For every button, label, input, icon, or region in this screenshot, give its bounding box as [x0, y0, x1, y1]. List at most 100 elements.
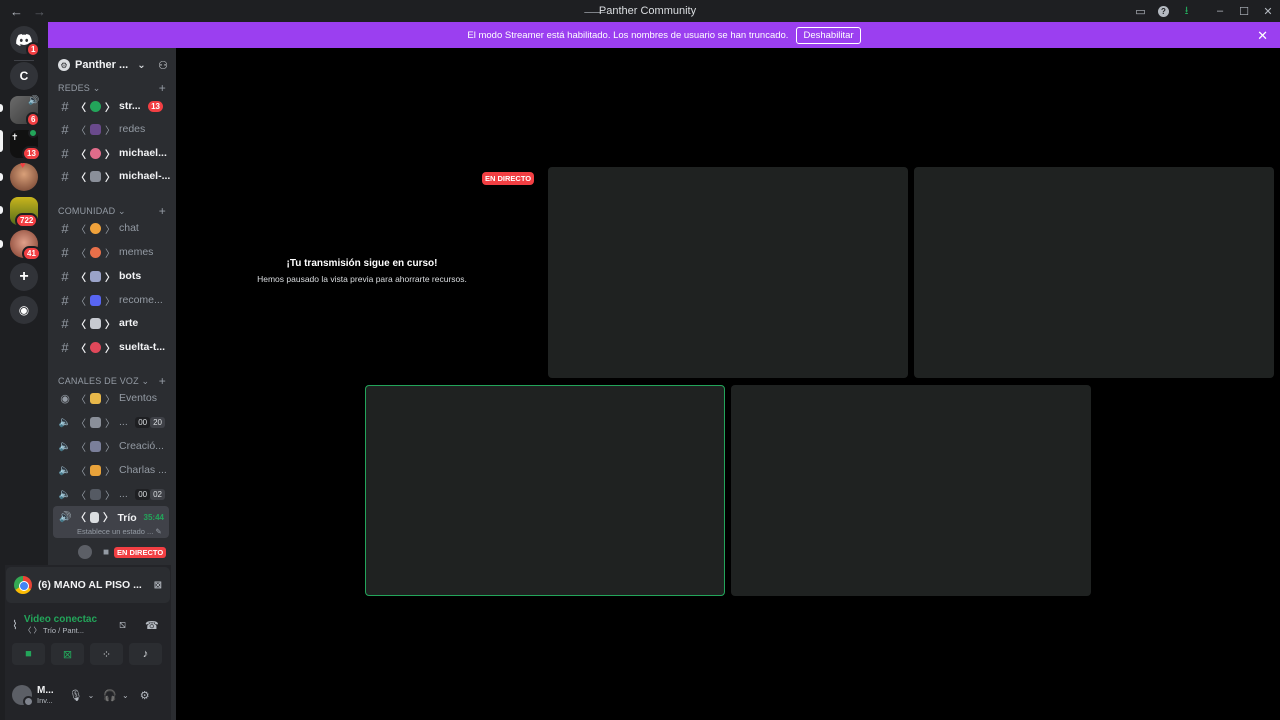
inbox-icon[interactable]: ▭ [1129, 0, 1152, 22]
stop-stream-icon[interactable]: ⊠ [154, 580, 162, 591]
mention-badge: 13 [148, 100, 163, 112]
screen-share-button[interactable]: ⊠ [51, 643, 84, 665]
chevron-down-icon[interactable]: ⌄ [88, 691, 95, 700]
category-comunidad[interactable]: COMUNIDAD ⌄ + [58, 204, 166, 218]
channel-arte[interactable]: # 〈 〉 arte [53, 313, 171, 333]
chevron-down-icon[interactable]: ⌄ [122, 691, 129, 700]
channel-redes[interactable]: # 〈 〉 redes [53, 119, 171, 139]
server-icon-1[interactable]: 🔊 6 [10, 95, 41, 127]
streaming-user[interactable]: ■ EN DIRECTO [78, 545, 167, 559]
voice-channel-5[interactable]: 🔈 〈 〉... 00 02 [53, 484, 171, 504]
download-icon[interactable]: ⭳ [1175, 0, 1198, 22]
voice-charlas[interactable]: 🔈 〈 〉 Charlas ... [53, 460, 171, 480]
help-icon[interactable]: ? [1152, 0, 1175, 22]
microphone-icon[interactable]: 🎙 [69, 689, 83, 702]
channel-name: recome... [119, 294, 163, 306]
user-status: Inv... [37, 696, 53, 705]
voice-status[interactable]: Establece un estado ... [77, 527, 153, 536]
hash-icon: # [61, 98, 69, 114]
voice-channel-2[interactable]: 🔈 〈 〉... 00 20 [53, 412, 171, 432]
hash-icon: # [61, 168, 69, 184]
invite-user-icon[interactable]: ⚇ [158, 59, 168, 72]
banner-close-icon[interactable]: ✕ [1257, 28, 1268, 44]
channel-michael-1[interactable]: # 〈 〉 michael... [53, 143, 171, 163]
channel-memes[interactable]: # 〈 〉 memes [53, 242, 171, 262]
add-server-icon[interactable]: + [10, 263, 38, 291]
add-channel-icon[interactable]: + [159, 374, 166, 388]
video-tile[interactable] [914, 167, 1274, 378]
home-discord-icon[interactable]: 1 [10, 26, 41, 57]
soundboard-button[interactable]: ♪ [129, 643, 162, 665]
disconnect-icon[interactable]: ☎ [145, 619, 159, 632]
chevron-down-icon: ⌄ [137, 59, 146, 71]
category-canales-de-voz[interactable]: CANALES DE VOZ ⌄ + [58, 374, 166, 388]
disable-streamer-button[interactable]: Deshabilitar [796, 26, 861, 44]
add-channel-icon[interactable]: + [159, 81, 166, 95]
name-prefix: 〈 [76, 490, 86, 502]
explore-compass-icon[interactable]: ◉ [10, 296, 38, 324]
camera-button[interactable]: ■ [12, 643, 45, 665]
voice-creacio[interactable]: 🔈 〈 〉 Creació... [53, 436, 171, 456]
minimize-button[interactable]: – [1208, 0, 1232, 22]
noise-suppression-icon[interactable]: ⧅ [119, 619, 126, 632]
microphone-icon [90, 488, 101, 500]
name-suffix: 〉 [102, 512, 114, 524]
server-icon-panther[interactable]: ✝ 13 [10, 128, 41, 161]
unread-pill [0, 240, 3, 248]
server-badge: 722 [15, 213, 39, 228]
pencil-icon[interactable]: ✎ [155, 527, 161, 536]
channel-michael-2[interactable]: # 〈 〉 michael-... [53, 166, 171, 186]
server-badge: 41 [22, 246, 41, 261]
name-prefix: 〈 [76, 248, 86, 260]
channel-chat[interactable]: # 〈 〉 chat [53, 218, 171, 238]
user-avatar [78, 545, 92, 559]
category-redes[interactable]: REDES ⌄ + [58, 81, 166, 95]
speaker-icon: 🔈 [58, 488, 72, 500]
forward-arrow-icon[interactable]: → [33, 4, 46, 19]
channel-str[interactable]: # 〈 〉 str... 13 [53, 96, 171, 116]
user-limit-count: 20 [150, 416, 165, 428]
channel-recome[interactable]: # 〈 〉 recome... [53, 290, 171, 310]
video-tile-speaking[interactable] [365, 385, 725, 596]
server-icon-3[interactable]: ♥ [10, 160, 38, 191]
name-prefix: 〈 [76, 125, 86, 137]
voice-eventos[interactable]: ◉ 〈 〉 Eventos [53, 388, 171, 408]
ticket-icon [90, 392, 101, 404]
robot-icon [90, 270, 101, 282]
signal-icon[interactable]: ⌇ [12, 618, 18, 632]
window-title: ⸻Panther Community [0, 5, 1280, 17]
activity-panel[interactable]: (6) MANO AL PISO ... ⊠ [6, 567, 170, 603]
user-avatar[interactable] [12, 685, 34, 707]
server-icon-4[interactable]: 722 [10, 197, 39, 228]
back-arrow-icon[interactable]: ← [10, 4, 23, 19]
server-icon-5[interactable]: 41 [10, 230, 41, 261]
video-tile[interactable] [548, 167, 908, 378]
user-limit: 00 02 [135, 488, 165, 500]
activities-button[interactable]: ⁘ [90, 643, 123, 665]
add-channel-icon[interactable]: + [159, 204, 166, 218]
divider [14, 60, 34, 61]
channel-name: memes [119, 246, 154, 258]
clipboard-icon [90, 170, 101, 182]
connection-channel[interactable]: 〈 〉 Trío / Pant... [24, 625, 97, 636]
voice-trio-active[interactable]: 🔊 〈 〉 Trío 35:44 Establece un estado ... ✎ [53, 506, 169, 538]
headphones-icon[interactable]: 🎧 [103, 689, 117, 702]
unread-pill [0, 173, 3, 181]
maximize-button[interactable]: ☐ [1232, 0, 1256, 22]
settings-gear-icon[interactable]: ⚙ [140, 689, 150, 702]
video-tile[interactable] [731, 385, 1091, 596]
green-heart-icon [90, 100, 101, 112]
name-prefix: 〈 [76, 319, 86, 331]
voice-timer: 35:44 [143, 513, 164, 522]
channel-suelta[interactable]: # 〈 〉 suelta-t... [53, 337, 171, 357]
connection-status[interactable]: Video conectac [24, 614, 97, 625]
hash-icon: # [61, 121, 69, 137]
user-name[interactable]: M... [37, 685, 54, 696]
nav-arrows: ← → [0, 4, 46, 19]
close-window-button[interactable]: ✕ [1256, 0, 1280, 22]
folder-c[interactable]: C [10, 62, 38, 90]
channel-bots[interactable]: # 〈 〉 bots [53, 266, 171, 286]
name-suffix: 〉 [105, 296, 115, 308]
channel-name: Creació... [119, 440, 164, 452]
server-header[interactable]: ⚙ Panther ... ⌄ ⚇ [48, 48, 176, 82]
